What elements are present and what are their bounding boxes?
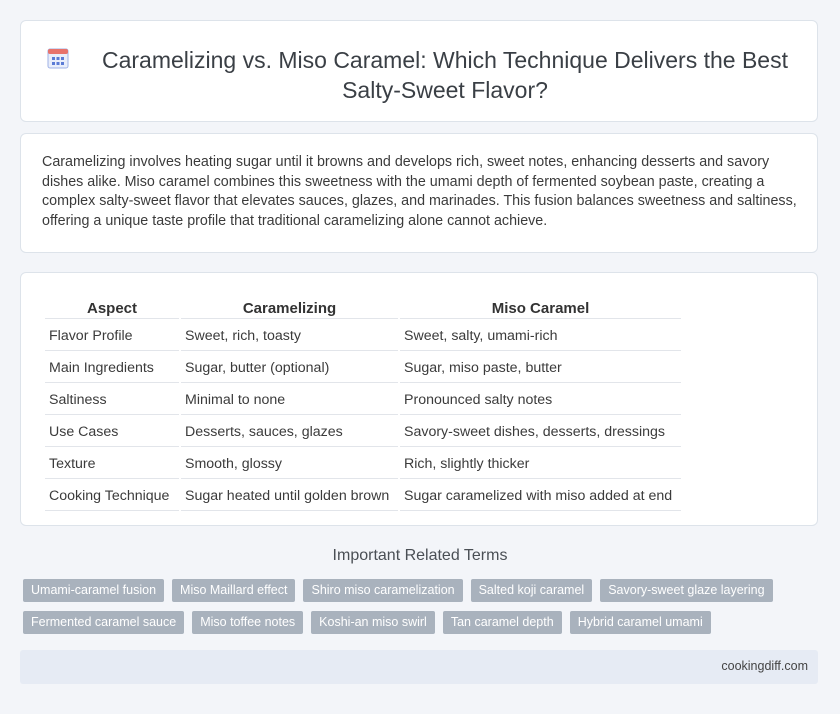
cell-miso-caramel: Savory-sweet dishes, desserts, dressings xyxy=(400,417,681,447)
site-credit[interactable]: cookingdiff.com xyxy=(721,659,808,673)
table-row: Flavor Profile Sweet, rich, toasty Sweet… xyxy=(45,321,681,351)
cell-miso-caramel: Pronounced salty notes xyxy=(400,385,681,415)
cell-aspect: Texture xyxy=(45,449,179,479)
calendar-grid-icon xyxy=(47,48,69,69)
cell-miso-caramel: Rich, slightly thicker xyxy=(400,449,681,479)
comparison-table: Aspect Caramelizing Miso Caramel Flavor … xyxy=(43,296,683,513)
table-row: Main Ingredients Sugar, butter (optional… xyxy=(45,353,681,383)
cell-caramelizing: Sugar, butter (optional) xyxy=(181,353,398,383)
related-terms-heading: Important Related Terms xyxy=(332,547,508,564)
term-tag[interactable]: Umami-caramel fusion xyxy=(23,579,165,602)
cell-aspect: Use Cases xyxy=(45,417,179,447)
cell-aspect: Main Ingredients xyxy=(45,353,179,383)
header-aspect: Aspect xyxy=(45,298,179,319)
cell-caramelizing: Smooth, glossy xyxy=(181,449,398,479)
cell-caramelizing: Sweet, rich, toasty xyxy=(181,321,398,351)
term-tag[interactable]: Savory-sweet glaze layering xyxy=(600,579,773,602)
cell-miso-caramel: Sweet, salty, umami-rich xyxy=(400,321,681,351)
comparison-card: Aspect Caramelizing Miso Caramel Flavor … xyxy=(20,272,818,526)
term-tag[interactable]: Miso Maillard effect xyxy=(172,579,296,602)
cell-aspect: Flavor Profile xyxy=(45,321,179,351)
cell-aspect: Saltiness xyxy=(45,385,179,415)
term-tag[interactable]: Tan caramel depth xyxy=(442,611,562,634)
intro-card: Caramelizing involves heating sugar unti… xyxy=(20,133,818,253)
term-tag[interactable]: Shiro miso caramelization xyxy=(303,579,463,602)
intro-paragraph: Caramelizing involves heating sugar unti… xyxy=(42,154,797,229)
cell-miso-caramel: Sugar, miso paste, butter xyxy=(400,353,681,383)
term-tag[interactable]: Koshi-an miso swirl xyxy=(311,611,435,634)
term-tag[interactable]: Hybrid caramel umami xyxy=(569,611,711,634)
cell-miso-caramel: Sugar caramelized with miso added at end xyxy=(400,481,681,511)
cell-aspect: Cooking Technique xyxy=(45,481,179,511)
title-card: Caramelizing vs. Miso Caramel: Which Tec… xyxy=(20,20,818,122)
term-tag[interactable]: Fermented caramel sauce xyxy=(23,611,185,634)
header-miso-caramel: Miso Caramel xyxy=(400,298,681,319)
footer: cookingdiff.com xyxy=(20,650,818,684)
table-row: Texture Smooth, glossy Rich, slightly th… xyxy=(45,449,681,479)
page-title: Caramelizing vs. Miso Caramel: Which Tec… xyxy=(101,47,788,103)
related-terms-list: Umami-caramel fusion Miso Maillard effec… xyxy=(23,579,803,634)
table-header-row: Aspect Caramelizing Miso Caramel xyxy=(45,298,681,319)
table-row: Cooking Technique Sugar heated until gol… xyxy=(45,481,681,511)
cell-caramelizing: Minimal to none xyxy=(181,385,398,415)
header-caramelizing: Caramelizing xyxy=(181,298,398,319)
table-row: Saltiness Minimal to none Pronounced sal… xyxy=(45,385,681,415)
term-tag[interactable]: Salted koji caramel xyxy=(470,579,593,602)
table-row: Use Cases Desserts, sauces, glazes Savor… xyxy=(45,417,681,447)
cell-caramelizing: Desserts, sauces, glazes xyxy=(181,417,398,447)
cell-caramelizing: Sugar heated until golden brown xyxy=(181,481,398,511)
term-tag[interactable]: Miso toffee notes xyxy=(192,611,304,634)
